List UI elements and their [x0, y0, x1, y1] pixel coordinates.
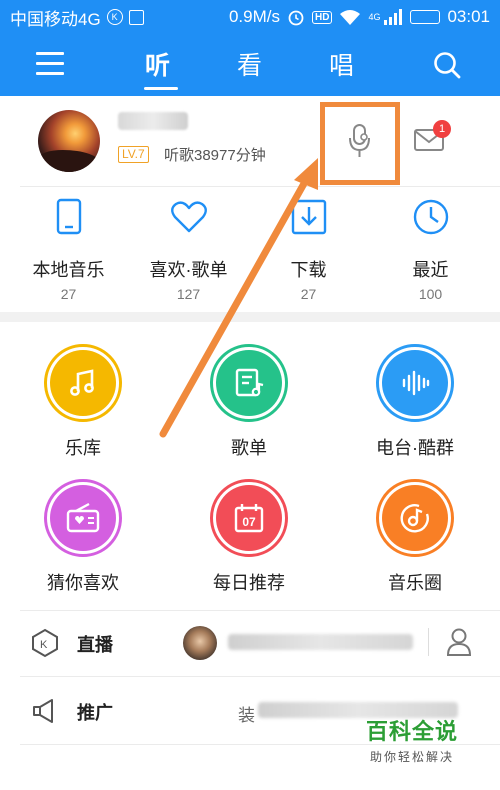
quick-recent[interactable]: 最近 100: [368, 197, 493, 302]
quick-label: 最近: [412, 260, 449, 280]
quick-count: 100: [418, 286, 443, 302]
level-badge: LV.7: [118, 146, 149, 163]
carrier-label: 中国移动4G: [10, 9, 101, 29]
music-circle-icon: [400, 504, 429, 533]
status-bar: 中国移动4G K 0.9M/s HD 4G 03:01: [0, 0, 500, 34]
watermark: 百科全说 助你轻松解决: [362, 714, 462, 765]
network-type: 4G: [368, 12, 381, 22]
listen-time: 听歌38977分钟: [164, 147, 266, 164]
svg-text:K: K: [40, 639, 48, 651]
tab-sing[interactable]: 唱: [329, 46, 354, 82]
active-tab-indicator: [144, 87, 178, 90]
playlist-icon: [235, 368, 264, 397]
hd-badge: HD: [311, 10, 333, 24]
feature-radio-groups[interactable]: 电台·酷群: [332, 344, 498, 460]
quick-count: 27: [300, 286, 317, 302]
row-separator: [428, 628, 429, 656]
username-blurred[interactable]: [118, 112, 188, 130]
quick-count: 27: [60, 286, 77, 302]
live-streamer-thumbnail[interactable]: [183, 626, 217, 660]
quick-favorites[interactable]: 喜欢·歌单 127: [126, 197, 251, 302]
radio-icon: [66, 502, 100, 533]
network-speed: 0.9M/s: [228, 7, 280, 26]
quick-label: 下载: [290, 260, 327, 280]
feature-music-library[interactable]: 乐库: [0, 344, 166, 460]
wifi-icon: [340, 10, 361, 25]
phone-icon: [56, 198, 81, 235]
feature-label: 猜你喜欢: [47, 573, 119, 593]
soundwave-icon: [402, 370, 430, 396]
tab-listen[interactable]: 听: [145, 46, 170, 82]
promotion-text: 装: [238, 706, 255, 725]
quick-local-music[interactable]: 本地音乐 27: [6, 197, 131, 302]
watermark-subtitle: 助你轻松解决: [369, 750, 454, 764]
signal-icon: [384, 9, 403, 25]
user-icon[interactable]: [446, 627, 472, 657]
mail-badge: 1: [433, 120, 451, 138]
download-icon: [291, 199, 326, 235]
kugou-notification-icon: K: [106, 9, 123, 25]
live-icon: K: [32, 628, 58, 658]
quick-download[interactable]: 下载 27: [246, 197, 371, 302]
feature-guess-you-like[interactable]: 猜你喜欢: [0, 479, 166, 595]
feature-label: 电台·酷群: [376, 438, 454, 458]
battery-icon: [410, 10, 441, 24]
feature-label: 音乐圈: [388, 573, 442, 593]
alarm-icon: [288, 10, 304, 26]
section-gap: [0, 312, 500, 322]
promotion-label: 推广: [77, 703, 113, 723]
feature-music-circle[interactable]: 音乐圈: [332, 479, 498, 595]
calendar-day: 07: [242, 515, 256, 529]
clock-time: 03:01: [447, 7, 490, 26]
quick-label: 喜欢·歌单: [149, 260, 228, 280]
feature-playlist[interactable]: 歌单: [166, 344, 332, 460]
quick-label: 本地音乐: [32, 260, 105, 280]
divider: [20, 610, 500, 611]
image-notification-icon: [128, 9, 144, 25]
search-icon[interactable]: [432, 50, 462, 80]
feature-label: 歌单: [231, 438, 267, 458]
clock-icon: [413, 199, 448, 235]
music-note-icon: [70, 369, 94, 396]
feature-label: 乐库: [65, 438, 101, 458]
menu-icon[interactable]: [36, 52, 64, 76]
feature-label: 每日推荐: [213, 573, 285, 593]
divider: [20, 676, 500, 677]
watermark-logo: 百科全说: [365, 719, 458, 744]
quick-count: 127: [176, 286, 201, 302]
feature-daily-recommend[interactable]: 07 每日推荐: [166, 479, 332, 595]
heart-icon: [170, 201, 207, 233]
divider: [20, 186, 500, 187]
avatar[interactable]: [38, 110, 100, 172]
live-label: 直播: [77, 635, 113, 655]
live-title-blurred: [228, 634, 413, 650]
megaphone-icon: [33, 699, 53, 723]
tab-watch[interactable]: 看: [237, 46, 262, 82]
top-nav: 听 看 唱: [0, 34, 500, 96]
live-row[interactable]: K 直播: [0, 612, 500, 674]
microphone-icon[interactable]: [347, 123, 373, 159]
